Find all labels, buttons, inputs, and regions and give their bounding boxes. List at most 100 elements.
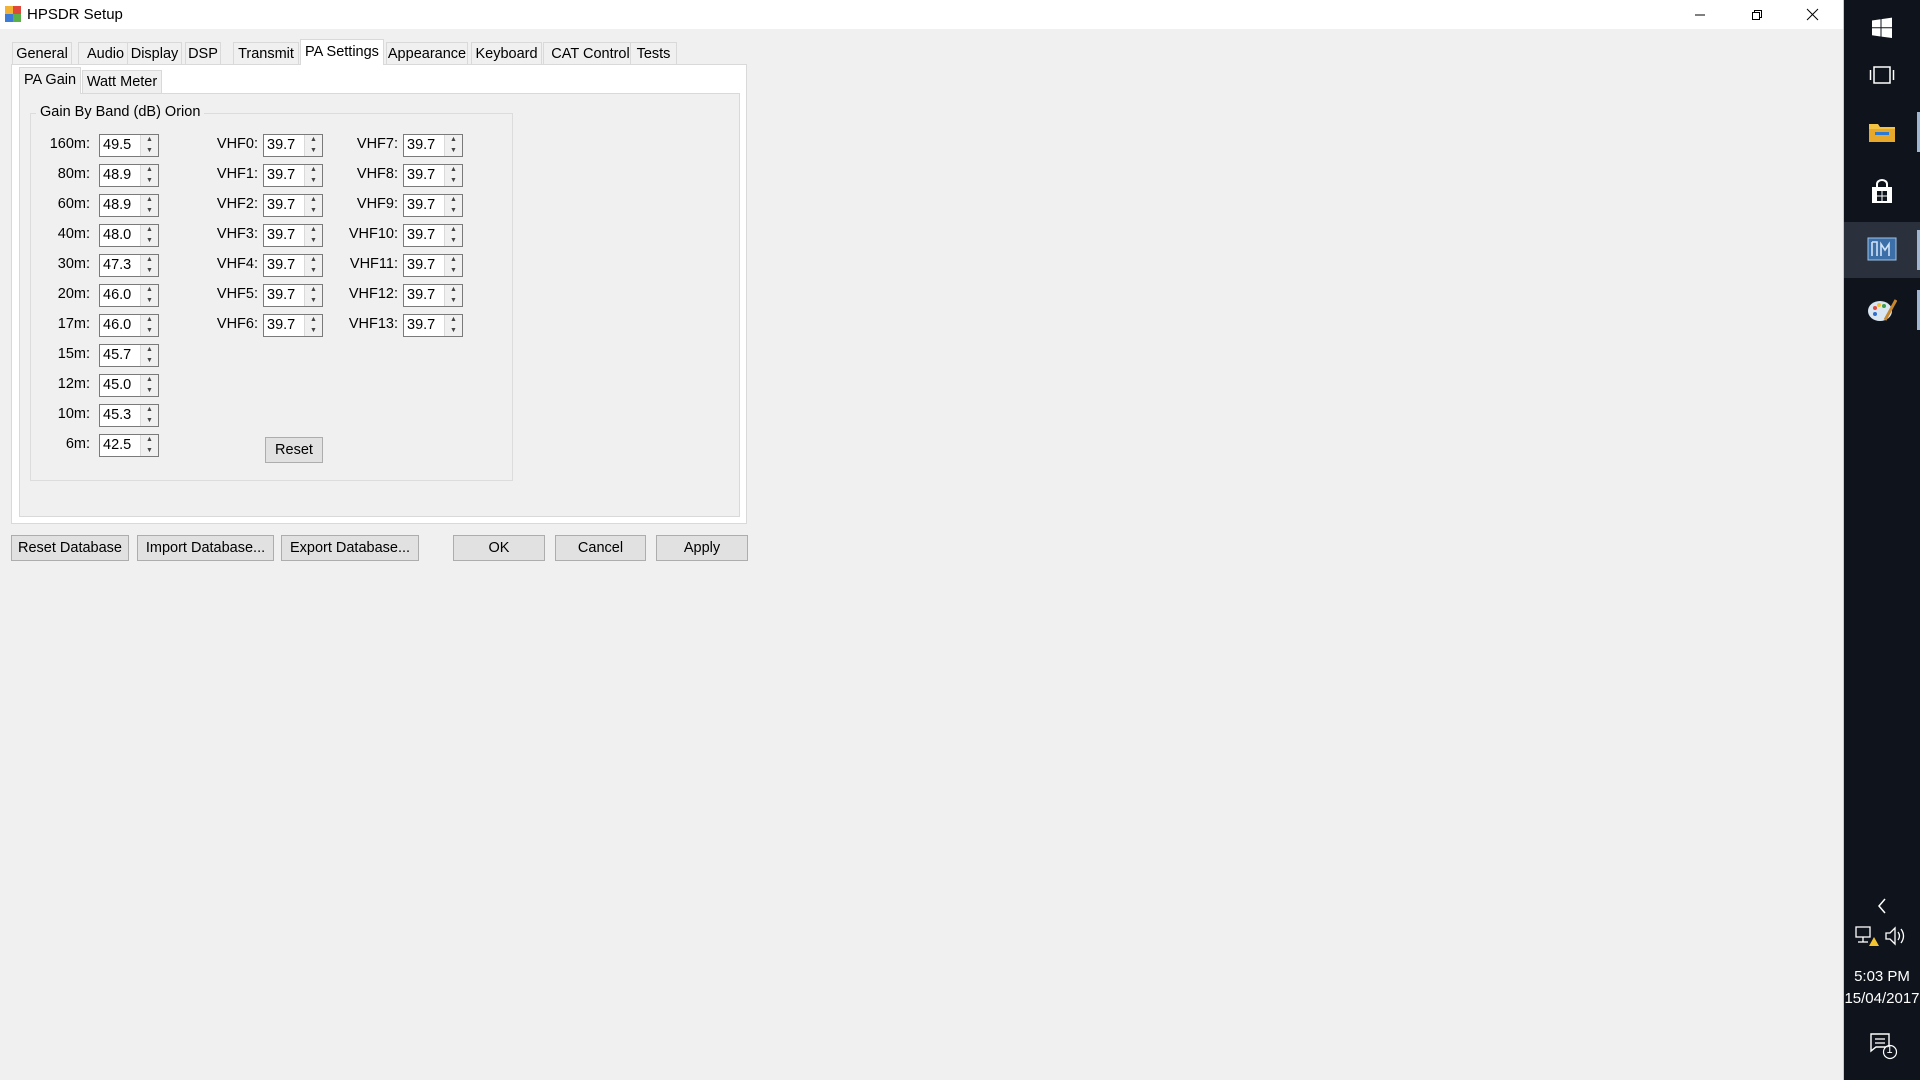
increment-arrow-icon[interactable]: ▲ [445, 255, 462, 265]
tab-dsp[interactable]: DSP [185, 42, 221, 64]
gain-stepper-15m[interactable]: 45.7 ▲ ▼ [99, 344, 159, 367]
decrement-arrow-icon[interactable]: ▼ [141, 326, 158, 336]
gain-value[interactable]: 39.7 [407, 167, 435, 183]
increment-arrow-icon[interactable]: ▲ [141, 345, 158, 355]
gain-value[interactable]: 39.7 [267, 287, 295, 303]
decrement-arrow-icon[interactable]: ▼ [445, 296, 462, 306]
subtab-watt-meter[interactable]: Watt Meter [82, 70, 162, 93]
decrement-arrow-icon[interactable]: ▼ [445, 206, 462, 216]
increment-arrow-icon[interactable]: ▲ [141, 225, 158, 235]
decrement-arrow-icon[interactable]: ▼ [445, 326, 462, 336]
gain-stepper-vhf3[interactable]: 39.7 ▲ ▼ [263, 224, 323, 247]
show-hidden-icons-button[interactable] [1844, 894, 1920, 918]
decrement-arrow-icon[interactable]: ▼ [445, 236, 462, 246]
increment-arrow-icon[interactable]: ▲ [445, 135, 462, 145]
decrement-arrow-icon[interactable]: ▼ [141, 266, 158, 276]
gain-stepper-vhf4[interactable]: 39.7 ▲ ▼ [263, 254, 323, 277]
volume-tray-button[interactable] [1884, 925, 1910, 947]
increment-arrow-icon[interactable]: ▲ [141, 285, 158, 295]
decrement-arrow-icon[interactable]: ▼ [445, 266, 462, 276]
gain-value[interactable]: 39.7 [407, 197, 435, 213]
export-database-button[interactable]: Export Database... [281, 535, 419, 561]
gain-stepper-60m[interactable]: 48.9 ▲ ▼ [99, 194, 159, 217]
decrement-arrow-icon[interactable]: ▼ [141, 386, 158, 396]
decrement-arrow-icon[interactable]: ▼ [305, 236, 322, 246]
reset-database-button[interactable]: Reset Database [11, 535, 129, 561]
increment-arrow-icon[interactable]: ▲ [305, 165, 322, 175]
decrement-arrow-icon[interactable]: ▼ [305, 326, 322, 336]
close-button[interactable] [1784, 0, 1841, 29]
decrement-arrow-icon[interactable]: ▼ [305, 206, 322, 216]
gain-stepper-vhf2[interactable]: 39.7 ▲ ▼ [263, 194, 323, 217]
increment-arrow-icon[interactable]: ▲ [141, 165, 158, 175]
apply-button[interactable]: Apply [656, 535, 748, 561]
gain-stepper-vhf1[interactable]: 39.7 ▲ ▼ [263, 164, 323, 187]
gain-value[interactable]: 39.7 [407, 317, 435, 333]
gain-stepper-vhf8[interactable]: 39.7 ▲ ▼ [403, 164, 463, 187]
subtab-pa-gain[interactable]: PA Gain [19, 67, 81, 94]
decrement-arrow-icon[interactable]: ▼ [141, 206, 158, 216]
decrement-arrow-icon[interactable]: ▼ [141, 236, 158, 246]
increment-arrow-icon[interactable]: ▲ [305, 195, 322, 205]
hpsdr-taskbar-button[interactable] [1844, 222, 1920, 278]
increment-arrow-icon[interactable]: ▲ [305, 225, 322, 235]
gain-value[interactable]: 39.7 [267, 137, 295, 153]
gain-stepper-6m[interactable]: 42.5 ▲ ▼ [99, 434, 159, 457]
task-view-button[interactable] [1844, 47, 1920, 103]
paint-button[interactable] [1844, 282, 1920, 338]
increment-arrow-icon[interactable]: ▲ [141, 435, 158, 445]
gain-value[interactable]: 45.3 [103, 407, 131, 423]
decrement-arrow-icon[interactable]: ▼ [305, 146, 322, 156]
decrement-arrow-icon[interactable]: ▼ [141, 416, 158, 426]
tab-tests[interactable]: Tests [630, 42, 677, 64]
tab-general[interactable]: General [12, 42, 72, 64]
decrement-arrow-icon[interactable]: ▼ [141, 296, 158, 306]
increment-arrow-icon[interactable]: ▲ [141, 195, 158, 205]
increment-arrow-icon[interactable]: ▲ [141, 315, 158, 325]
tab-appearance[interactable]: Appearance [386, 42, 468, 64]
file-explorer-button[interactable] [1844, 104, 1920, 160]
tab-pa-settings[interactable]: PA Settings [300, 39, 384, 65]
decrement-arrow-icon[interactable]: ▼ [141, 146, 158, 156]
gain-stepper-80m[interactable]: 48.9 ▲ ▼ [99, 164, 159, 187]
increment-arrow-icon[interactable]: ▲ [445, 285, 462, 295]
gain-stepper-vhf5[interactable]: 39.7 ▲ ▼ [263, 284, 323, 307]
gain-value[interactable]: 48.0 [103, 227, 131, 243]
reset-gain-button[interactable]: Reset [265, 437, 323, 463]
increment-arrow-icon[interactable]: ▲ [445, 315, 462, 325]
gain-value[interactable]: 39.7 [407, 287, 435, 303]
gain-value[interactable]: 39.7 [267, 257, 295, 273]
tab-display[interactable]: Display [127, 42, 182, 64]
decrement-arrow-icon[interactable]: ▼ [141, 356, 158, 366]
gain-value[interactable]: 45.0 [103, 377, 131, 393]
import-database-button[interactable]: Import Database... [137, 535, 274, 561]
increment-arrow-icon[interactable]: ▲ [305, 255, 322, 265]
gain-value[interactable]: 39.7 [267, 227, 295, 243]
decrement-arrow-icon[interactable]: ▼ [305, 266, 322, 276]
gain-value[interactable]: 46.0 [103, 317, 131, 333]
tab-keyboard[interactable]: Keyboard [471, 42, 542, 64]
decrement-arrow-icon[interactable]: ▼ [141, 176, 158, 186]
gain-stepper-vhf13[interactable]: 39.7 ▲ ▼ [403, 314, 463, 337]
increment-arrow-icon[interactable]: ▲ [141, 135, 158, 145]
gain-stepper-vhf9[interactable]: 39.7 ▲ ▼ [403, 194, 463, 217]
gain-value[interactable]: 48.9 [103, 167, 131, 183]
gain-value[interactable]: 42.5 [103, 437, 131, 453]
increment-arrow-icon[interactable]: ▲ [445, 165, 462, 175]
gain-stepper-17m[interactable]: 46.0 ▲ ▼ [99, 314, 159, 337]
gain-stepper-160m[interactable]: 49.5 ▲ ▼ [99, 134, 159, 157]
gain-value[interactable]: 39.7 [267, 167, 295, 183]
gain-stepper-vhf10[interactable]: 39.7 ▲ ▼ [403, 224, 463, 247]
gain-stepper-vhf11[interactable]: 39.7 ▲ ▼ [403, 254, 463, 277]
increment-arrow-icon[interactable]: ▲ [141, 255, 158, 265]
gain-value[interactable]: 45.7 [103, 347, 131, 363]
minimize-button[interactable] [1671, 0, 1728, 29]
increment-arrow-icon[interactable]: ▲ [305, 285, 322, 295]
gain-stepper-12m[interactable]: 45.0 ▲ ▼ [99, 374, 159, 397]
gain-stepper-vhf6[interactable]: 39.7 ▲ ▼ [263, 314, 323, 337]
decrement-arrow-icon[interactable]: ▼ [445, 176, 462, 186]
increment-arrow-icon[interactable]: ▲ [445, 225, 462, 235]
gain-stepper-vhf7[interactable]: 39.7 ▲ ▼ [403, 134, 463, 157]
store-button[interactable] [1844, 164, 1920, 220]
decrement-arrow-icon[interactable]: ▼ [305, 176, 322, 186]
